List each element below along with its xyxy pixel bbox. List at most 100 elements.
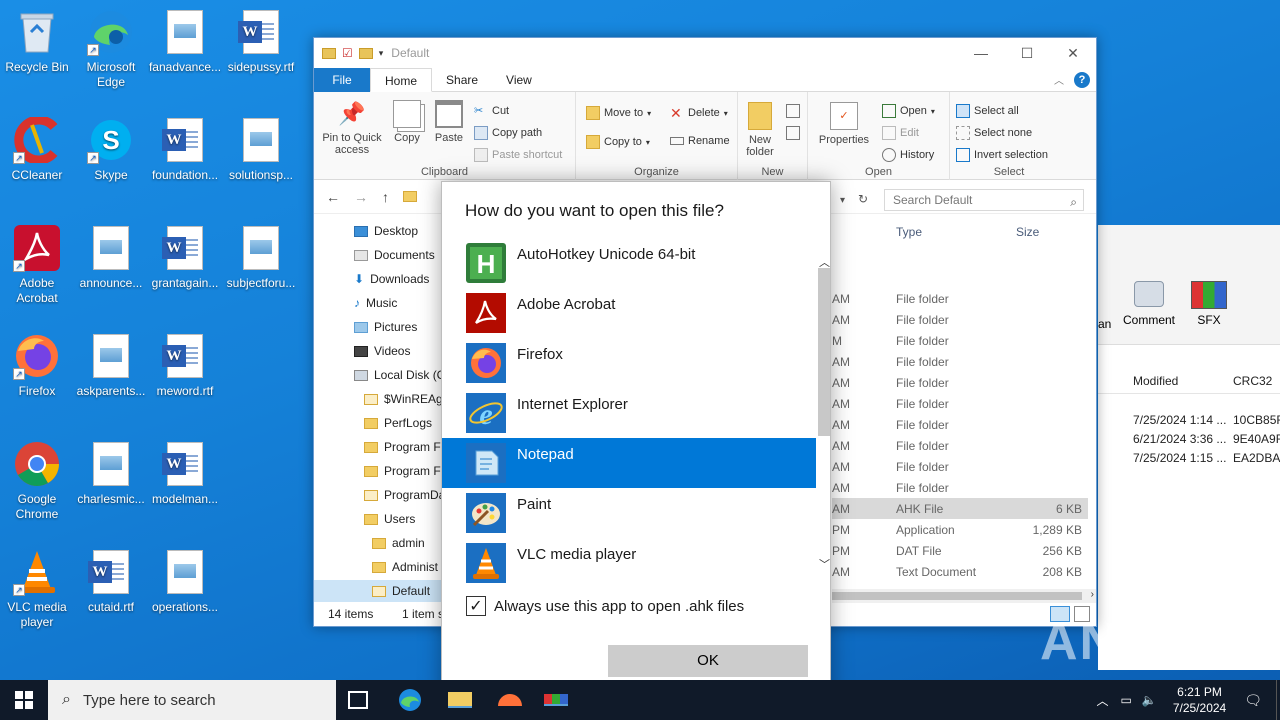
file-row[interactable]: PM Application 1,289 KB	[832, 519, 1088, 540]
archiver-row[interactable]: 6/21/2024 3:36 ... 9E40A9FI	[1098, 430, 1280, 449]
tree-item-local-disk[interactable]: Local Disk (C	[354, 368, 445, 382]
scrollbar-thumb[interactable]	[818, 268, 830, 436]
firefox-taskbar-icon[interactable]	[498, 694, 522, 706]
app-item-adobe-acrobat[interactable]: Adobe Acrobat	[442, 288, 816, 338]
cut-button[interactable]: ✂ Cut	[474, 104, 509, 118]
tab-home[interactable]: Home	[370, 68, 433, 92]
show-hidden-icons-chevron-icon[interactable]: ︿	[1097, 692, 1109, 709]
file-row[interactable]: AM File folder	[832, 456, 1088, 477]
volume-icon[interactable]: 🔈	[1142, 693, 1157, 707]
copy-path-button[interactable]: Copy path	[474, 126, 542, 140]
help-icon[interactable]: ?	[1074, 71, 1090, 88]
desktop-icon-edge[interactable]: ↗ Microsoft Edge	[74, 8, 148, 90]
invert-selection-button[interactable]: Invert selection	[956, 148, 1048, 162]
desktop-icon-fanadvance[interactable]: fanadvance...	[148, 8, 222, 75]
close-icon[interactable]: ✕	[1050, 45, 1096, 62]
tree-item-users[interactable]: Users	[364, 512, 415, 526]
tree-item-program-files-x86[interactable]: Program Fi	[364, 464, 443, 478]
properties-check-icon[interactable]: ☑	[342, 46, 353, 60]
maximize-icon[interactable]: ☐	[1004, 45, 1050, 62]
tree-item-default[interactable]: Default	[314, 580, 444, 602]
always-use-checkbox[interactable]: ✓	[466, 596, 486, 616]
archiver-toolbar-partial-label[interactable]: an	[1098, 317, 1111, 331]
clock[interactable]: 6:21 PM 7/25/2024	[1173, 684, 1226, 716]
file-row[interactable]: AM File folder	[832, 435, 1088, 456]
rename-button[interactable]: Rename	[670, 135, 730, 147]
tree-item-desktop[interactable]: Desktop	[354, 224, 418, 238]
delete-button[interactable]: ✕ Delete ▾	[670, 106, 728, 120]
open-button[interactable]: Open ▾	[882, 104, 935, 118]
new-folder-icon[interactable]	[358, 47, 373, 59]
app-item-autohotkey[interactable]: H AutoHotkey Unicode 64-bit	[442, 238, 816, 288]
easy-access-icon[interactable]	[786, 126, 800, 140]
desktop-icon-charlesmic[interactable]: charlesmic...	[74, 440, 148, 507]
tree-item-downloads[interactable]: ⬇ Downloads	[354, 272, 429, 286]
tree-item-pictures[interactable]: Pictures	[354, 320, 417, 334]
file-row[interactable]: AM File folder	[832, 309, 1088, 330]
tree-item-administrator[interactable]: Administ	[372, 560, 438, 574]
move-to-button[interactable]: Move to ▾	[586, 106, 651, 120]
tree-item-documents[interactable]: Documents	[354, 248, 435, 262]
taskbar-search-box[interactable]: ⌕ Type here to search	[48, 680, 336, 720]
column-type[interactable]: Type	[896, 225, 922, 249]
app-item-firefox[interactable]: Firefox	[442, 338, 816, 388]
tree-item-program-files[interactable]: Program Fi	[364, 440, 443, 454]
app-list-scrollbar[interactable]: ︿ ﹀	[816, 238, 832, 576]
select-none-button[interactable]: Select none	[956, 126, 1032, 140]
paste-button[interactable]: Paste	[430, 100, 468, 144]
minimize-icon[interactable]: —	[958, 45, 1004, 62]
tab-share[interactable]: Share	[432, 68, 492, 92]
copy-to-button[interactable]: Copy to ▾	[586, 135, 650, 149]
archiver-taskbar-icon[interactable]	[544, 694, 568, 706]
always-use-option[interactable]: ✓ Always use this app to open .ahk files	[466, 596, 744, 616]
desktop-icon-firefox[interactable]: ↗ Firefox	[0, 332, 74, 399]
explorer-titlebar[interactable]: ☑ ▾ Default — ☐ ✕	[314, 38, 1096, 68]
file-row[interactable]: AM AHK File 6 KB	[832, 498, 1088, 519]
file-explorer-taskbar-icon[interactable]	[448, 692, 472, 708]
desktop-icon-grantagain[interactable]: W grantagain...	[148, 224, 222, 291]
back-arrow-icon[interactable]: ←	[326, 189, 340, 205]
scroll-down-arrow-icon[interactable]: ﹀	[819, 556, 830, 572]
address-dropdown-icon[interactable]: ▾	[840, 195, 845, 206]
pin-quick-access-button[interactable]: 📌 Pin to Quick access	[318, 100, 386, 157]
file-row[interactable]: AM File folder	[832, 288, 1088, 309]
desktop-icon-meword[interactable]: W meword.rtf	[148, 332, 222, 399]
desktop-icon-foundation[interactable]: W foundation...	[148, 116, 222, 183]
horizontal-scrollbar[interactable]: ›	[832, 589, 1096, 603]
scrollbar-thumb[interactable]	[832, 592, 1082, 600]
new-item-icon[interactable]	[786, 104, 800, 118]
collapse-ribbon-icon[interactable]: ︿	[1054, 72, 1064, 87]
tree-item-programdata[interactable]: ProgramDa	[364, 488, 445, 502]
desktop-icon-google-chrome[interactable]: Google Chrome	[0, 440, 74, 522]
file-row[interactable]: AM Text Document 208 KB	[832, 561, 1088, 582]
desktop-icon-adobe-acrobat[interactable]: ↗ Adobe Acrobat	[0, 224, 74, 306]
app-item-notepad[interactable]: Notepad	[442, 438, 816, 488]
file-row[interactable]: AM File folder	[832, 372, 1088, 393]
tab-view[interactable]: View	[492, 68, 546, 92]
forward-arrow-icon[interactable]: →	[354, 189, 368, 205]
archiver-row[interactable]: 7/25/2024 1:15 ... EA2DBAD	[1098, 449, 1280, 468]
new-folder-button[interactable]: New folder	[742, 102, 778, 158]
file-row[interactable]: AM File folder	[832, 477, 1088, 498]
tab-file[interactable]: File	[314, 67, 370, 92]
file-row[interactable]: M File folder	[832, 330, 1088, 351]
desktop-icon-solutionsp[interactable]: solutionsp...	[224, 116, 298, 183]
file-row[interactable]: AM File folder	[832, 414, 1088, 435]
file-row[interactable]: PM DAT File 256 KB	[832, 540, 1088, 561]
desktop-icon-operations[interactable]: operations...	[148, 548, 222, 615]
task-view-icon[interactable]	[348, 691, 368, 709]
desktop-icon-vlc[interactable]: ↗ VLC media player	[0, 548, 74, 630]
edit-button[interactable]: Edit	[882, 126, 919, 140]
show-desktop-strip[interactable]	[1276, 680, 1280, 720]
properties-button[interactable]: ✓ Properties	[814, 102, 874, 146]
column-size[interactable]: Size	[1016, 225, 1039, 249]
copy-button[interactable]: Copy	[390, 100, 424, 144]
archiver-row[interactable]: 7/25/2024 1:14 ... 10CB85FI	[1098, 411, 1280, 430]
column-modified[interactable]: Modified	[1133, 374, 1178, 388]
app-item-vlc[interactable]: VLC media player	[442, 538, 816, 588]
paste-shortcut-button[interactable]: Paste shortcut	[474, 148, 562, 162]
scroll-right-arrow-icon[interactable]: ›	[1091, 589, 1094, 600]
search-input[interactable]: Search Default ⌕	[884, 189, 1084, 211]
desktop-icon-skype[interactable]: S ↗ Skype	[74, 116, 148, 183]
app-item-internet-explorer[interactable]: e Internet Explorer	[442, 388, 816, 438]
